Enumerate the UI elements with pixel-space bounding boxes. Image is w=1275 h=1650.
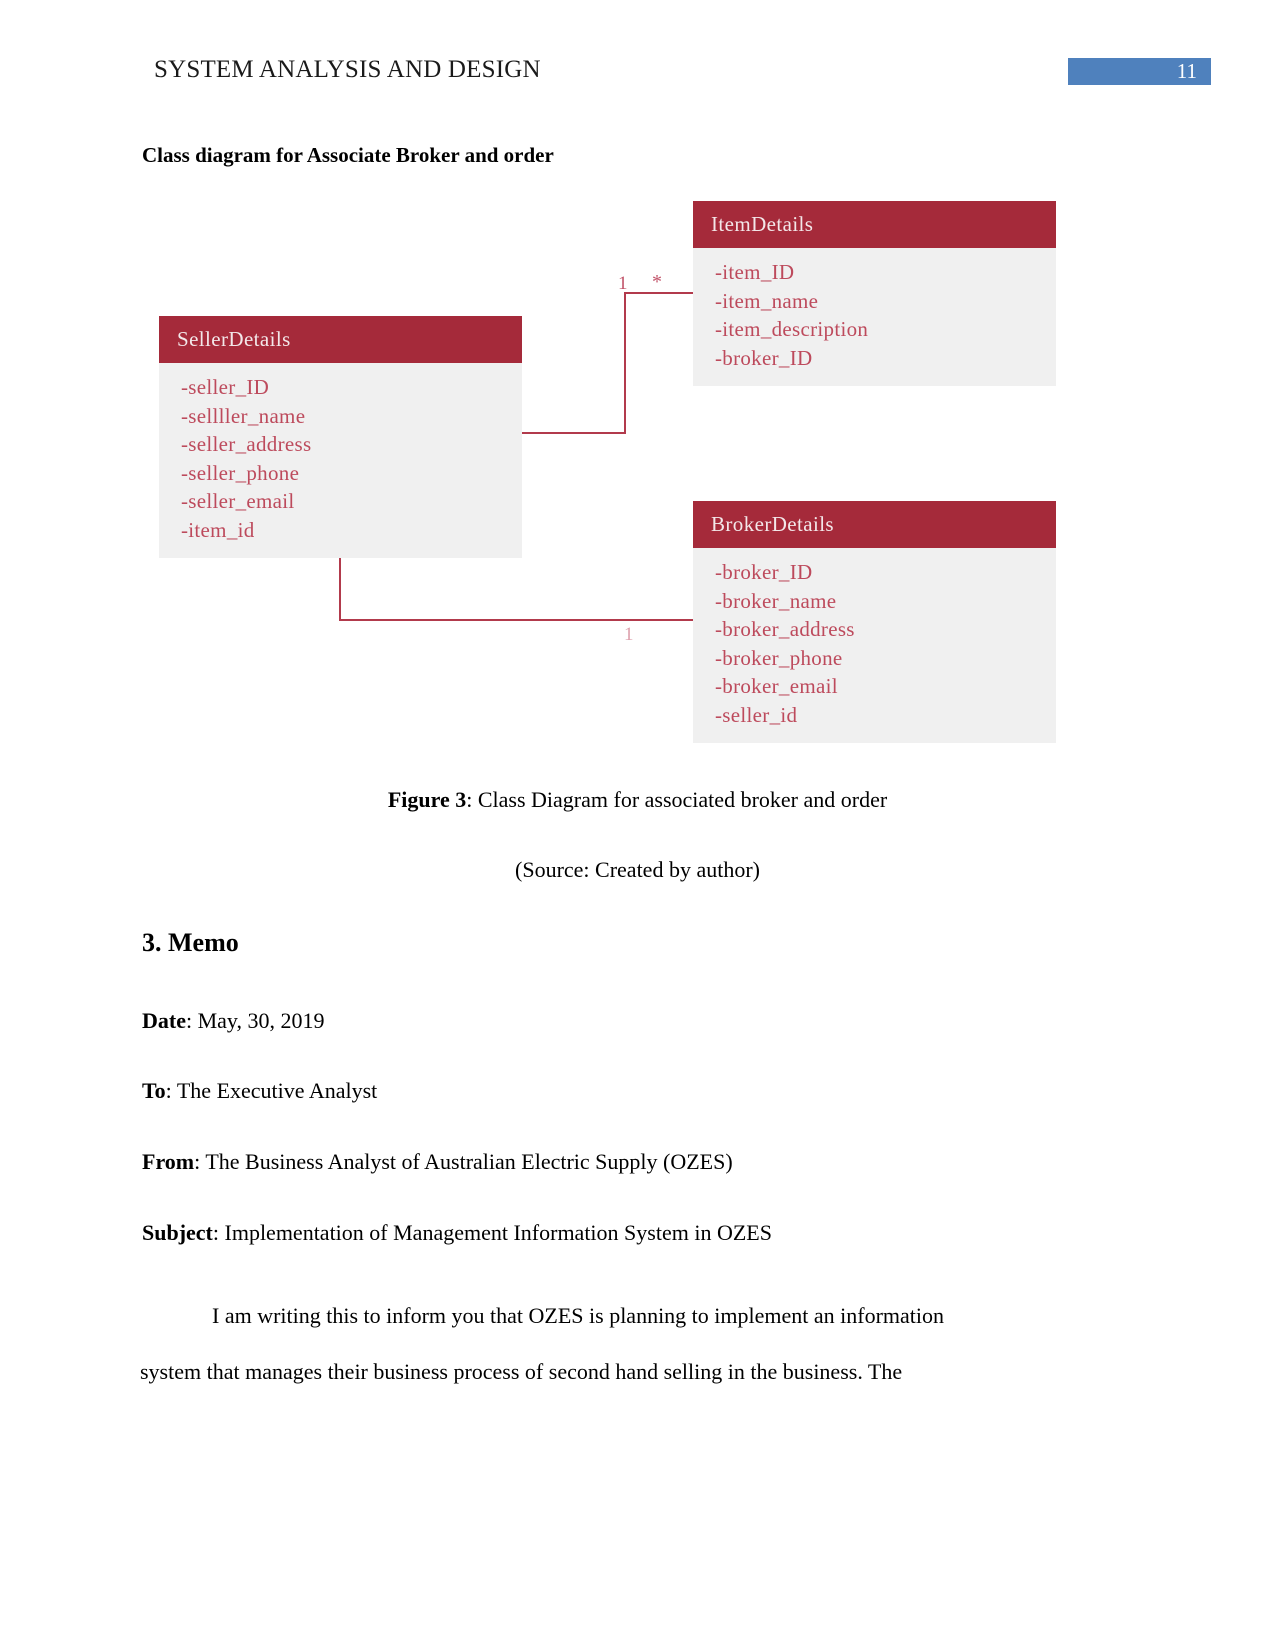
memo-subject-label: Subject: [142, 1220, 213, 1245]
uml-class-itemdetails: ItemDetails -item_ID -item_name -item_de…: [693, 201, 1056, 386]
uml-class-title-sellerdetails: SellerDetails: [159, 316, 522, 363]
uml-attribute: -seller_id: [715, 702, 798, 727]
multiplicity-label-seller-item-source: 1: [618, 273, 628, 294]
uml-attribute: -seller_phone: [181, 460, 300, 485]
uml-attribute: -broker_name: [715, 588, 837, 613]
association-line-seller-broker-segment-2: [339, 619, 695, 621]
memo-field-to: To: The Executive Analyst: [142, 1078, 377, 1104]
uml-attributes-sellerdetails: -seller_ID -sellller_name -seller_addres…: [159, 363, 522, 558]
uml-attribute: -item_id: [181, 517, 255, 542]
memo-field-from: From: The Business Analyst of Australian…: [142, 1149, 733, 1175]
uml-attribute: -broker_phone: [715, 645, 843, 670]
multiplicity-label-seller-item-target: *: [652, 271, 662, 293]
memo-subject-value: : Implementation of Management Informati…: [212, 1220, 772, 1245]
figure-caption-text: : Class Diagram for associated broker an…: [466, 787, 888, 812]
memo-date-label: Date: [142, 1008, 186, 1033]
class-diagram: 1 * 1 ItemDetails -item_ID -item_name -i…: [140, 185, 1080, 760]
uml-class-title-brokerdetails: BrokerDetails: [693, 501, 1056, 548]
figure-caption-label: Figure 3: [387, 787, 467, 812]
uml-attributes-brokerdetails: -broker_ID -broker_name -broker_address …: [693, 548, 1056, 743]
page-number-badge: 11: [1068, 58, 1211, 85]
memo-date-value: : May, 30, 2019: [185, 1008, 325, 1033]
uml-attribute: -seller_ID: [181, 375, 270, 399]
memo-body-line-2: system that manages their business proce…: [140, 1359, 903, 1384]
multiplicity-label-seller-broker-source: 1: [624, 624, 634, 645]
uml-attribute: -item_name: [715, 288, 819, 313]
uml-attributes-itemdetails: -item_ID -item_name -item_description -b…: [693, 248, 1056, 386]
association-line-seller-broker-segment-1: [339, 555, 341, 621]
uml-class-brokerdetails: BrokerDetails -broker_ID -broker_name -b…: [693, 501, 1056, 743]
uml-attribute: -seller_email: [181, 489, 295, 513]
memo-from-value: : The Business Analyst of Australian Ele…: [194, 1149, 733, 1174]
memo-to-value: : The Executive Analyst: [165, 1078, 378, 1103]
uml-attribute: -broker_email: [715, 674, 838, 698]
figure-caption: Figure 3: Class Diagram for associated b…: [0, 787, 1275, 813]
figure-source-caption: (Source: Created by author): [515, 857, 760, 882]
page-header: SYSTEM ANALYSIS AND DESIGN 11: [0, 0, 1275, 110]
memo-body-paragraph: I am writing this to inform you that OZE…: [140, 1288, 1070, 1400]
uml-attribute: -broker_address: [715, 617, 855, 641]
memo-field-subject: Subject: Implementation of Management In…: [142, 1220, 772, 1246]
uml-attribute: -broker_ID: [715, 560, 813, 584]
page-number: 11: [1176, 59, 1197, 83]
memo-to-label: To: [142, 1078, 166, 1103]
uml-class-sellerdetails: SellerDetails -seller_ID -sellller_name …: [159, 316, 522, 558]
memo-from-label: From: [142, 1149, 195, 1174]
association-line-seller-item-segment-2: [624, 292, 626, 434]
memo-body-line-1: I am writing this to inform you that OZE…: [212, 1303, 945, 1328]
uml-attribute: -broker_ID: [715, 345, 813, 370]
uml-attribute: -item_ID: [715, 260, 795, 284]
association-line-seller-item-segment-1: [522, 432, 626, 434]
uml-class-title-itemdetails: ItemDetails: [693, 201, 1056, 248]
uml-attribute: -seller_address: [181, 432, 312, 456]
page-title: SYSTEM ANALYSIS AND DESIGN: [154, 56, 541, 83]
memo-field-date: Date: May, 30, 2019: [142, 1008, 325, 1034]
section-heading-class-diagram: Class diagram for Associate Broker and o…: [142, 143, 554, 167]
uml-attribute: -item_description: [715, 317, 869, 341]
uml-attribute: -sellller_name: [181, 403, 306, 428]
memo-heading: 3. Memo: [142, 928, 239, 957]
